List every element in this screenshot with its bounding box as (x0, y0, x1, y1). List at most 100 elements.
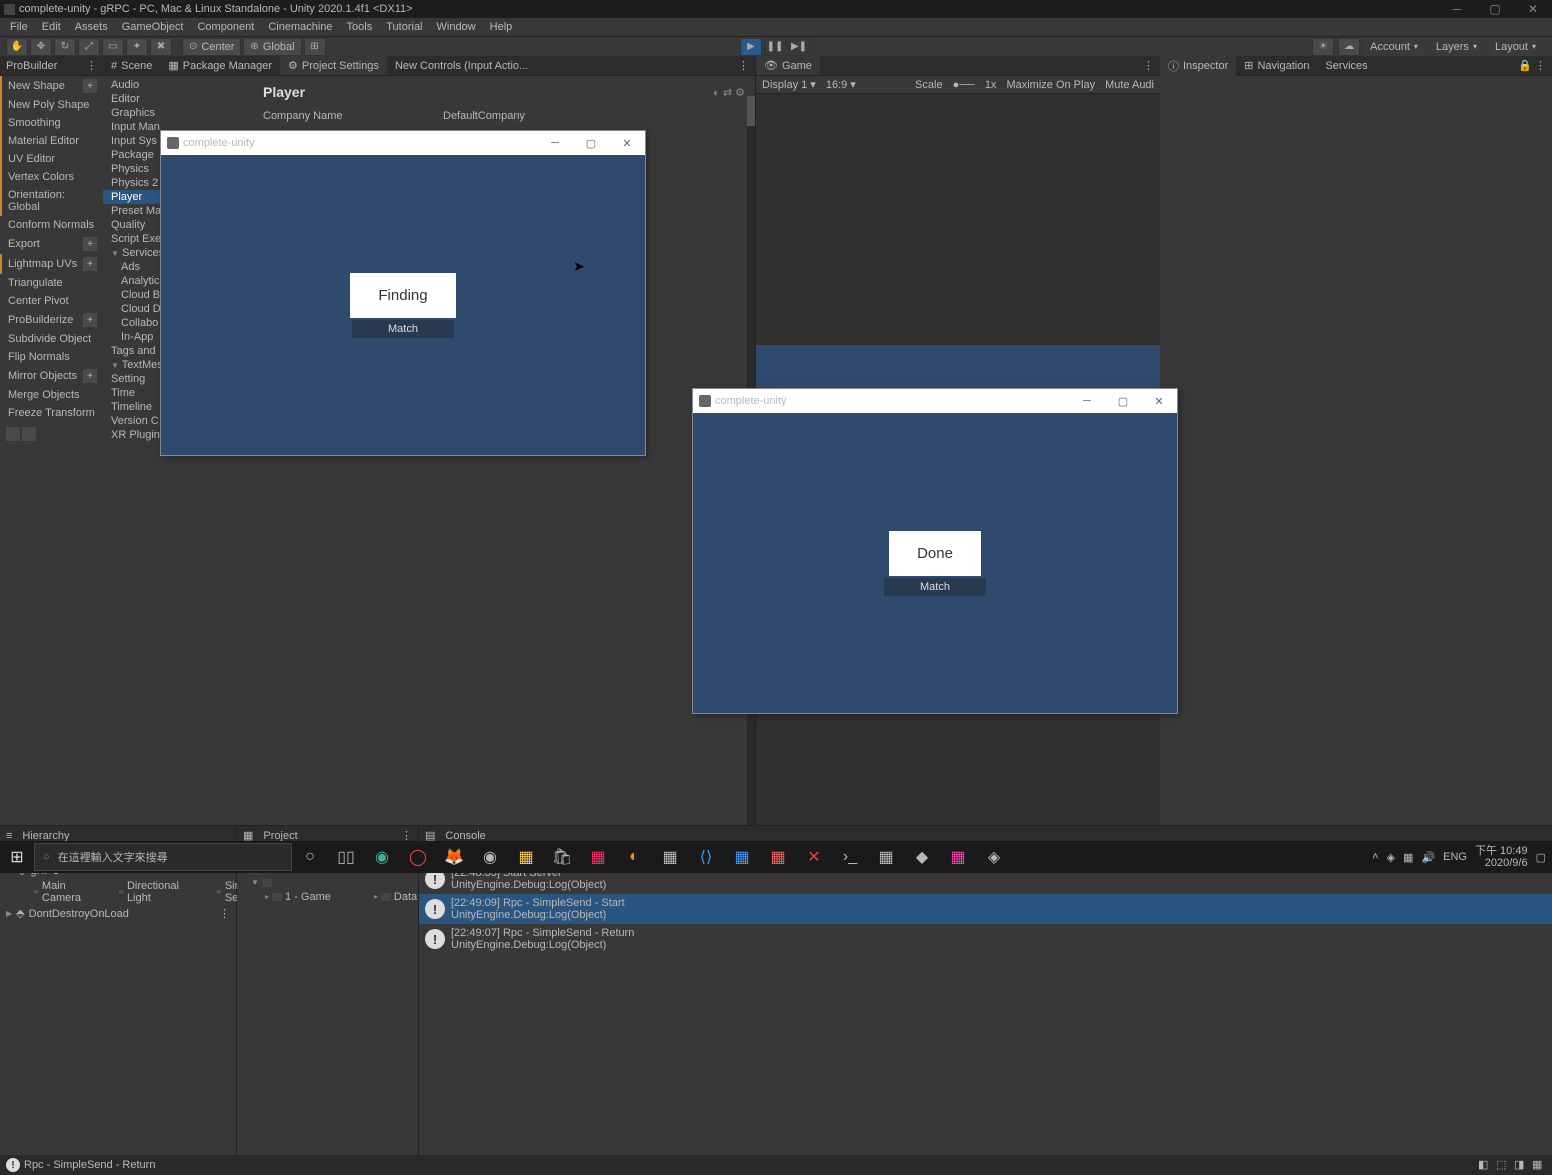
probuilder-flip-normals[interactable]: Flip Normals (0, 348, 103, 366)
app-blender[interactable]: ◐ (616, 841, 652, 873)
probuilder-merge-objects[interactable]: Merge Objects (0, 386, 103, 404)
menu-edit[interactable]: Edit (38, 21, 65, 33)
popup2-match-button[interactable]: Match (884, 578, 986, 596)
display-dropdown[interactable]: Display 1 ▾ (762, 78, 816, 91)
console-log[interactable]: ![22:49:09] Rpc - SimpleSend - StartUnit… (419, 894, 1552, 924)
probuilder-probuilderize[interactable]: ProBuilderize+ (0, 310, 103, 330)
tray-clock[interactable]: 下午 10:492020/9/6 (1475, 845, 1528, 869)
tab-new-controls[interactable]: New Controls (Input Actio... (387, 57, 536, 75)
taskbar-search[interactable]: ○ 在這裡輸入文字來搜尋 (34, 843, 292, 871)
menu-gameobject[interactable]: GameObject (118, 21, 188, 33)
app-6[interactable]: ▦ (652, 841, 688, 873)
move-tool[interactable]: ✥ (30, 38, 52, 56)
aspect-dropdown[interactable]: 16:9 ▾ (826, 78, 856, 91)
rect-tool[interactable]: ▭ (102, 38, 124, 56)
layout-dropdown[interactable]: Layout (1489, 38, 1546, 56)
tab-services[interactable]: Services (1317, 57, 1375, 75)
tab-navigation[interactable]: ⊞Navigation (1236, 56, 1317, 75)
pivot-toggle[interactable]: ⊙Center (182, 38, 241, 56)
app-terminal[interactable]: ›_ (832, 841, 868, 873)
app-vscode[interactable]: ⟨⟩ (688, 841, 724, 873)
app-7[interactable]: ▦ (724, 841, 760, 873)
project--game[interactable]: ▸ 1 - Game (239, 890, 333, 904)
app-9[interactable]: ✕ (796, 841, 832, 873)
menu-file[interactable]: File (6, 21, 32, 33)
menu-window[interactable]: Window (433, 21, 480, 33)
settings-cat-audio[interactable]: Audio (103, 78, 253, 92)
status-icon-1[interactable]: ◧ (1478, 1158, 1492, 1172)
tab-inspector[interactable]: ⓘInspector (1160, 55, 1236, 77)
tab-scene[interactable]: #Scene (103, 57, 160, 75)
scale-slider[interactable]: ●── (953, 79, 975, 91)
app-8[interactable]: ▦ (760, 841, 796, 873)
scale-tool[interactable]: ⤢ (78, 38, 100, 56)
play-button[interactable]: ▶ (740, 38, 762, 56)
app-unity[interactable]: ◈ (976, 841, 1012, 873)
collab-icon[interactable]: ☀ (1312, 38, 1334, 56)
popup1-min[interactable]: ─ (537, 137, 573, 150)
probuilder-lightmap-uvs[interactable]: Lightmap UVs+ (0, 254, 103, 274)
hierarchy-directional-light[interactable]: ▫ Directional Light (91, 879, 185, 905)
layers-dropdown[interactable]: Layers (1430, 38, 1487, 56)
hierarchy-dontdestroy[interactable]: ▶⬘ DontDestroyOnLoad⋮ (0, 906, 236, 921)
hierarchy-main-camera[interactable]: ▫ Main Camera (6, 879, 87, 905)
probuilder-orientation-global[interactable]: Orientation: Global (0, 186, 103, 216)
custom-tool[interactable]: ✖ (150, 38, 172, 56)
app-firefox[interactable]: 🦊 (436, 841, 472, 873)
pause-button[interactable]: ❚❚ (764, 38, 786, 56)
popup2-close[interactable]: ✕ (1141, 395, 1177, 408)
menu-help[interactable]: Help (486, 21, 517, 33)
probuilder-center-pivot[interactable]: Center Pivot (0, 292, 103, 310)
space-toggle[interactable]: ⊕Global (243, 38, 301, 56)
account-dropdown[interactable]: Account (1364, 38, 1428, 56)
rotate-tool[interactable]: ↻ (54, 38, 76, 56)
tray-notifications[interactable]: ▢ (1536, 851, 1546, 864)
snap-toggle[interactable]: ⊞ (304, 38, 326, 56)
app-10[interactable]: ▦ (868, 841, 904, 873)
probuilder-new-shape[interactable]: New Shape+ (0, 76, 103, 96)
transform-tool[interactable]: ✦ (126, 38, 148, 56)
probuilder-triangulate[interactable]: Triangulate (0, 274, 103, 292)
menu-tools[interactable]: Tools (343, 21, 377, 33)
app-store[interactable]: 🛍 (544, 841, 580, 873)
tab-project-settings[interactable]: ⚙Project Settings (280, 56, 387, 75)
app-cortana[interactable]: ○ (292, 841, 328, 873)
settings-cat-editor[interactable]: Editor (103, 92, 253, 106)
app-12[interactable]: ▦ (940, 841, 976, 873)
probuilder-conform-normals[interactable]: Conform Normals (0, 216, 103, 234)
probuilder-smoothing[interactable]: Smoothing (0, 114, 103, 132)
step-button[interactable]: ▶❚ (788, 38, 810, 56)
tab-game[interactable]: 👁Game (756, 56, 820, 75)
popup1-close[interactable]: ✕ (609, 137, 645, 150)
tray-dropbox[interactable]: ◈ (1387, 851, 1395, 864)
status-icon-2[interactable]: ⬚ (1496, 1158, 1510, 1172)
app-edge[interactable]: ◉ (364, 841, 400, 873)
maximize-button[interactable]: ▢ (1476, 0, 1514, 18)
maximize-toggle[interactable]: Maximize On Play (1006, 79, 1095, 91)
probuilder-mirror-objects[interactable]: Mirror Objects+ (0, 366, 103, 386)
start-button[interactable]: ⊞ (0, 841, 34, 873)
close-button[interactable]: ✕ (1514, 0, 1552, 18)
status-icon-4[interactable]: ▦ (1532, 1158, 1546, 1172)
hand-tool[interactable]: ✋ (6, 38, 28, 56)
probuilder-export[interactable]: Export+ (0, 234, 103, 254)
probuilder-new-poly-shape[interactable]: New Poly Shape (0, 96, 103, 114)
tray-network[interactable]: ▦ (1403, 851, 1413, 864)
pb-mode[interactable] (22, 427, 36, 441)
mute-toggle[interactable]: Mute Audi (1105, 79, 1154, 91)
menu-assets[interactable]: Assets (71, 21, 112, 33)
menu-tutorial[interactable]: Tutorial (382, 21, 426, 33)
popup1-max[interactable]: ▢ (573, 137, 609, 150)
app-chrome[interactable]: ◉ (472, 841, 508, 873)
tray-expand[interactable]: ˄ (1372, 851, 1378, 863)
tray-volume[interactable]: 🔊 (1421, 851, 1435, 864)
probuilder-vertex-colors[interactable]: Vertex Colors (0, 168, 103, 186)
popup2-min[interactable]: ─ (1069, 395, 1105, 408)
status-icon-3[interactable]: ◨ (1514, 1158, 1528, 1172)
app-opera[interactable]: ◯ (400, 841, 436, 873)
pb-add[interactable] (6, 427, 20, 441)
menu-component[interactable]: Component (193, 21, 258, 33)
menu-cinemachine[interactable]: Cinemachine (264, 21, 336, 33)
cloud-icon[interactable]: ☁ (1338, 38, 1360, 56)
minimize-button[interactable]: ─ (1438, 0, 1476, 18)
